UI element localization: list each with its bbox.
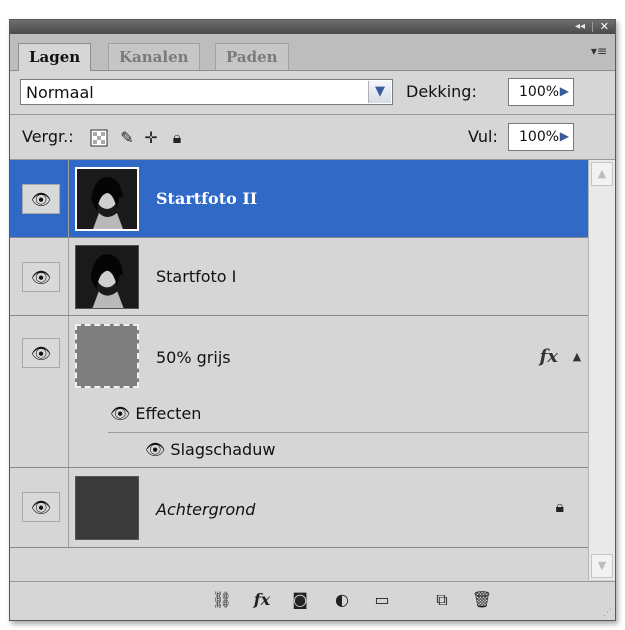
lock-label: Vergr.:	[22, 127, 74, 146]
close-icon[interactable]: ✕	[600, 20, 609, 34]
layer-thumbnail	[75, 324, 139, 388]
lock-row: Vergr.: ✎ ✛ 🔒︎ Vul: 100% ▶	[10, 115, 615, 160]
blend-mode-value: Normaal	[26, 83, 94, 102]
layer-name: Startfoto II	[156, 189, 258, 208]
fill-label: Vul:	[468, 127, 498, 146]
resize-grip-icon[interactable]: ⋰	[603, 608, 612, 618]
lock-transparency-icon[interactable]	[90, 129, 108, 147]
eye-icon[interactable]: 👁︎	[110, 404, 130, 423]
fill-slider-arrow-icon[interactable]: ▶	[560, 129, 569, 143]
layer-name: Achtergrond	[156, 500, 256, 519]
layer-achtergrond[interactable]: 👁︎ Achtergrond 🔒︎	[10, 468, 588, 548]
layer-divider	[68, 238, 69, 315]
layer-divider	[68, 316, 69, 467]
eye-icon[interactable]: 👁︎	[22, 338, 60, 368]
lock-all-icon[interactable]: 🔒︎	[168, 129, 186, 147]
opacity-field[interactable]: 100% ▶	[508, 78, 574, 106]
tab-kanalen[interactable]: Kanalen	[108, 43, 200, 70]
scroll-down-icon[interactable]: ▼	[591, 554, 613, 578]
effects-row[interactable]: 👁︎ Effecten	[110, 404, 201, 423]
layer-thumbnail	[75, 476, 139, 540]
layer-thumbnail	[75, 245, 139, 309]
effects-label: Effecten	[135, 404, 202, 423]
tab-paden[interactable]: Paden	[215, 43, 289, 70]
opacity-slider-arrow-icon[interactable]: ▶	[560, 84, 569, 98]
layer-name: Startfoto I	[156, 267, 237, 286]
eye-icon[interactable]: 👁︎	[22, 492, 60, 522]
eye-icon[interactable]: 👁︎	[22, 262, 60, 292]
tab-bar: Lagen Kanalen Paden ▾≡	[10, 34, 615, 71]
adjustment-layer-icon[interactable]: ◐	[330, 590, 354, 610]
panel-titlebar: ◂◂ ✕	[10, 20, 615, 34]
panel-menu-icon[interactable]: ▾≡	[591, 44, 607, 58]
layers-toolbar: ⛓︎ fx ◙ ◐ ▭ ⧉ 🗑︎ ⋰	[10, 581, 615, 620]
effect-item-slagschaduw[interactable]: 👁︎ Slagschaduw	[145, 440, 275, 459]
eye-icon[interactable]: 👁︎	[22, 184, 60, 214]
opacity-value: 100%	[519, 84, 560, 100]
lock-position-icon[interactable]: ✛	[142, 129, 160, 147]
add-mask-icon[interactable]: ◙	[288, 590, 312, 610]
scroll-up-icon[interactable]: ▲	[591, 162, 613, 186]
titlebar-divider	[592, 22, 593, 32]
layer-startfoto-i[interactable]: 👁︎ Startfoto I	[10, 238, 588, 316]
eye-icon[interactable]: 👁︎	[145, 440, 165, 459]
new-layer-icon[interactable]: ⧉	[430, 590, 454, 610]
blend-row: Normaal ▼ Dekking: 100% ▶	[10, 70, 615, 115]
layers-panel: ◂◂ ✕ Lagen Kanalen Paden ▾≡ Normaal ▼ De…	[9, 19, 616, 621]
link-layers-icon[interactable]: ⛓︎	[210, 590, 234, 610]
new-group-icon[interactable]: ▭	[370, 590, 394, 610]
layer-name: 50% grijs	[156, 348, 231, 367]
expand-effects-icon[interactable]: ▲	[566, 350, 588, 363]
effect-item-label: Slagschaduw	[170, 440, 276, 459]
lock-icon: 🔒︎	[555, 497, 564, 516]
opacity-label: Dekking:	[406, 82, 477, 101]
layer-fx-icon[interactable]: fx	[540, 346, 558, 367]
chevron-down-icon[interactable]: ▼	[368, 81, 391, 103]
add-style-icon[interactable]: fx	[250, 590, 274, 610]
layer-thumbnail	[75, 167, 139, 231]
fill-field[interactable]: 100% ▶	[508, 123, 574, 151]
fill-value: 100%	[519, 129, 560, 145]
layer-divider	[68, 160, 69, 237]
layers-scrollbar[interactable]: ▲ ▼	[588, 160, 615, 580]
effects-divider	[108, 432, 588, 433]
layer-divider	[68, 468, 69, 547]
collapse-icon[interactable]: ◂◂	[575, 20, 585, 34]
lock-image-pixels-icon[interactable]: ✎	[118, 129, 136, 147]
delete-layer-icon[interactable]: 🗑︎	[470, 590, 494, 610]
blend-mode-select[interactable]: Normaal ▼	[20, 79, 393, 105]
tab-lagen[interactable]: Lagen	[18, 43, 92, 71]
layers-list: 👁︎ Startfoto II 👁︎ Startfoto I 👁︎ 50% gr…	[10, 160, 588, 580]
layer-50-grijs[interactable]: 👁︎ 50% grijs fx ▲ 👁︎ Effecten 👁︎ Slagsch…	[10, 316, 588, 468]
layer-startfoto-ii[interactable]: 👁︎ Startfoto II	[10, 160, 588, 238]
